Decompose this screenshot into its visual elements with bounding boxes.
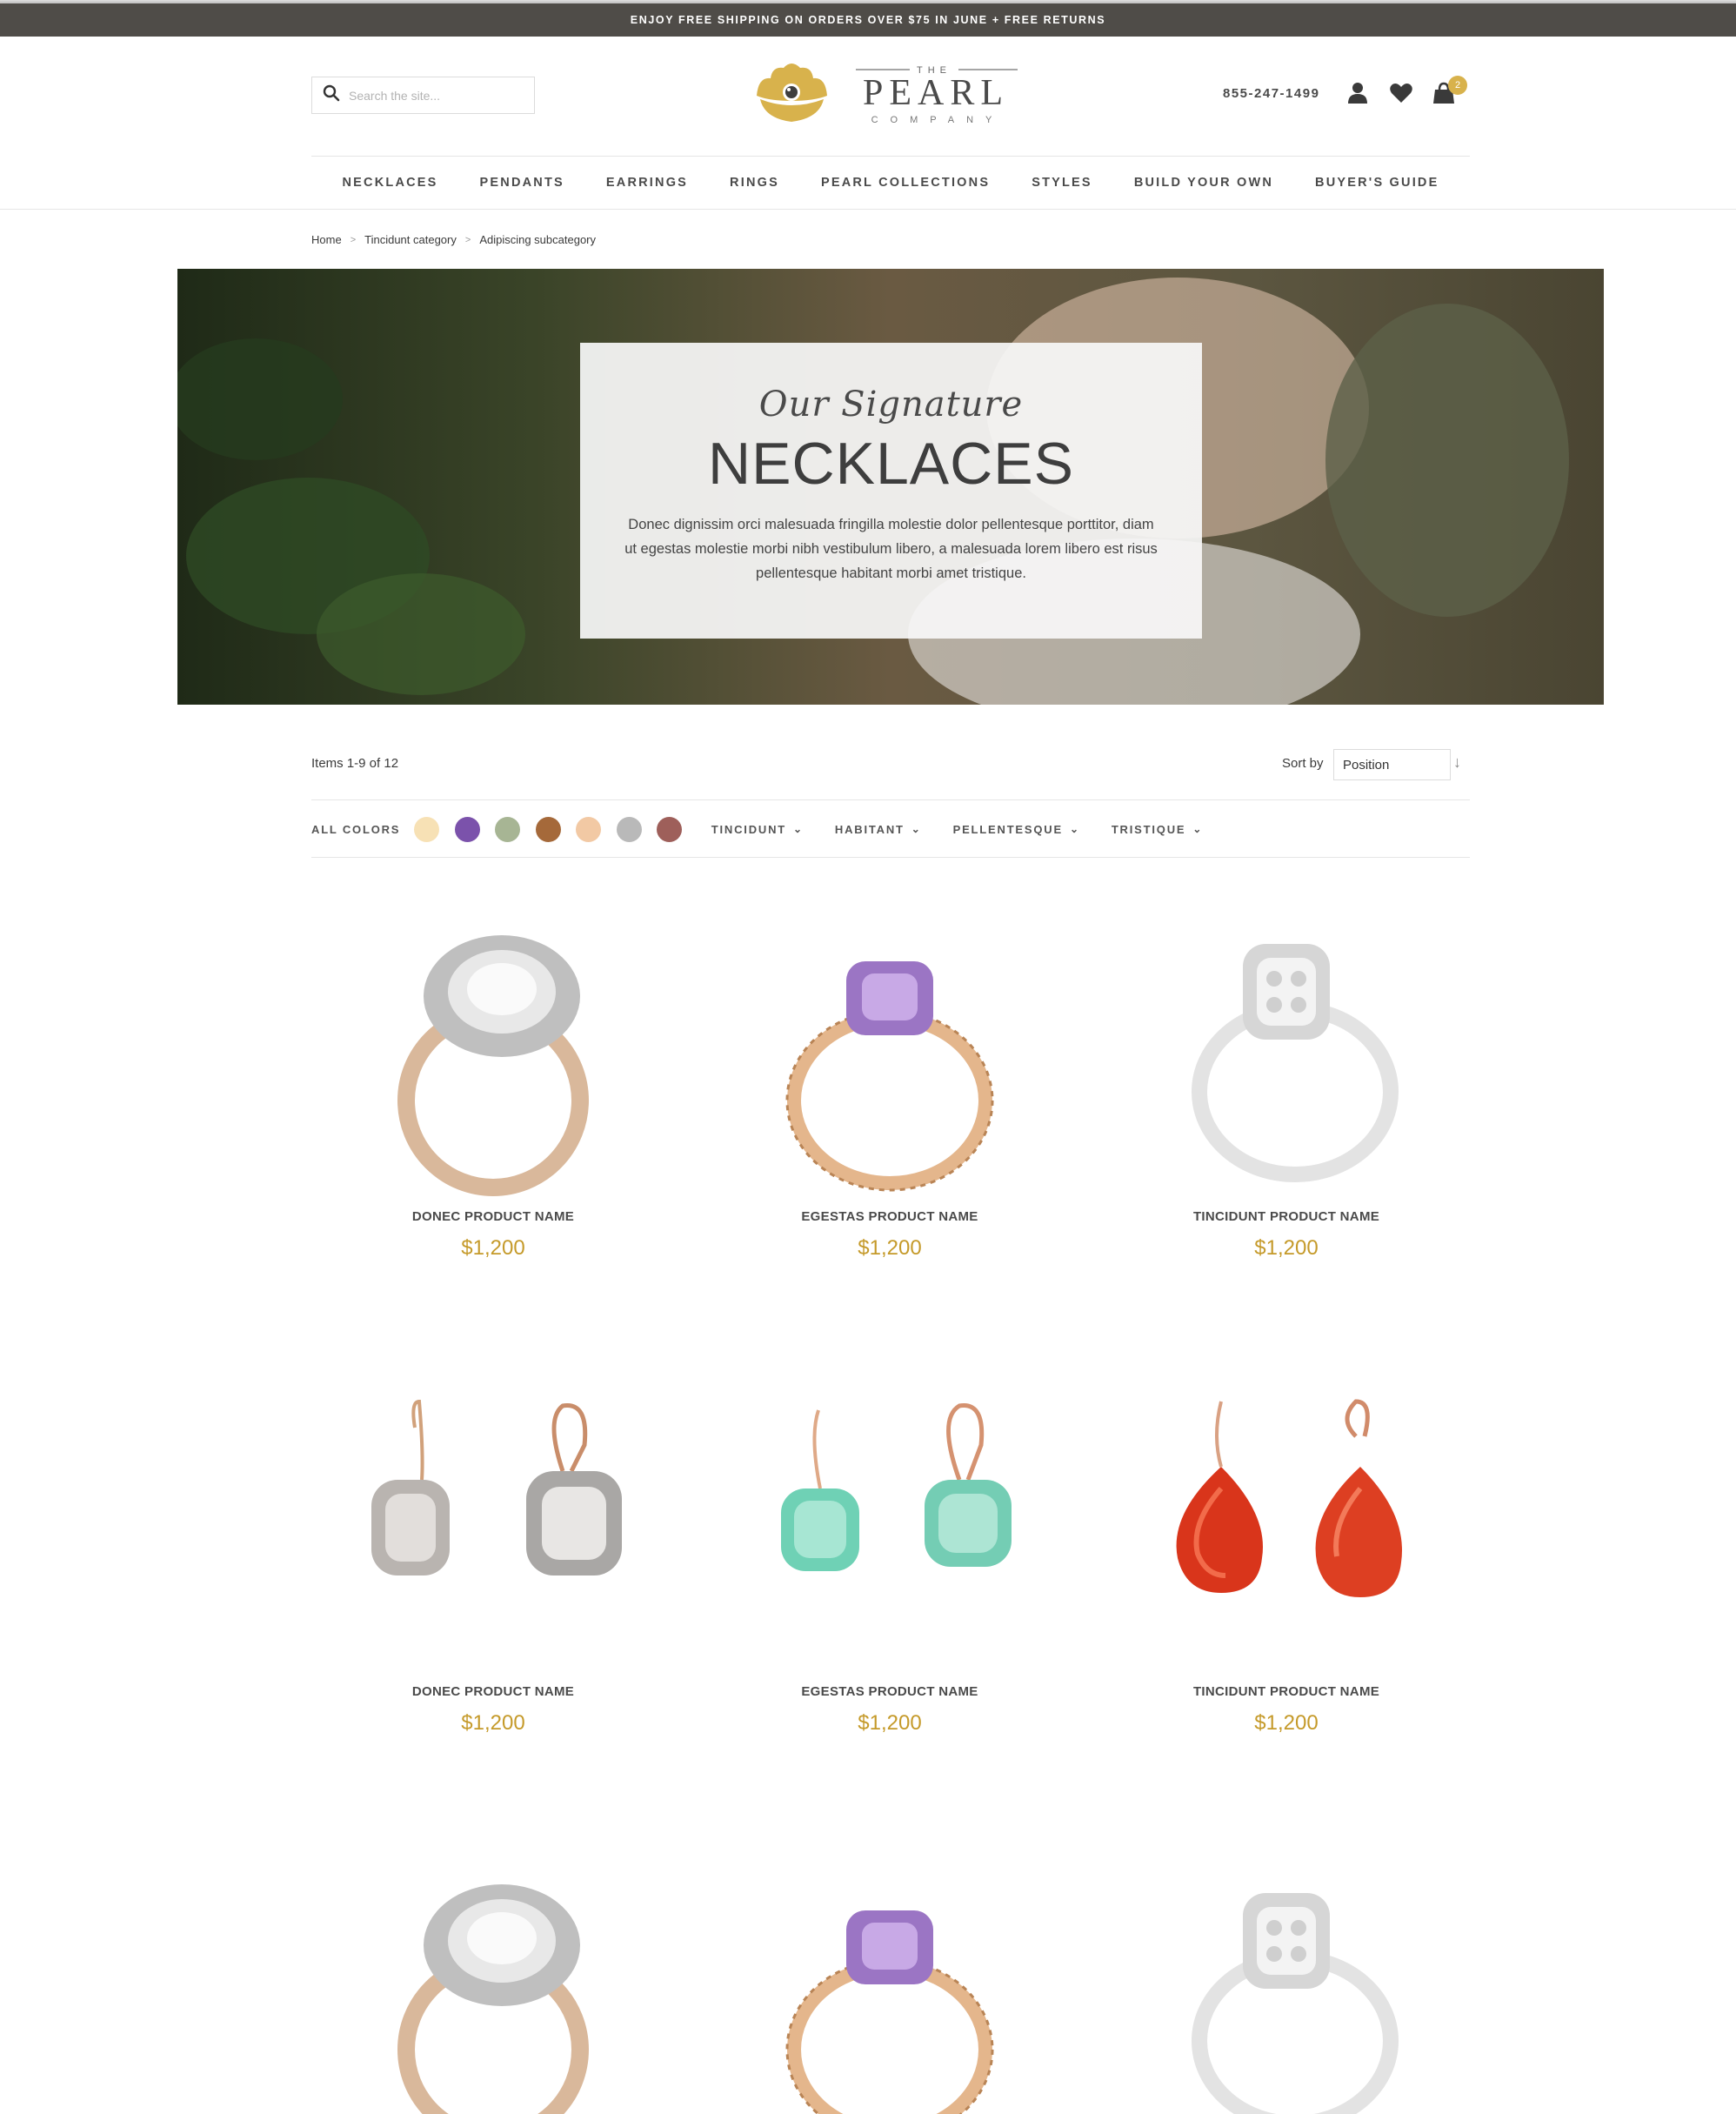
product-image-ring-amethyst[interactable] [707, 1858, 1072, 2114]
filter-dropdown-label: TRISTIQUE [1111, 822, 1186, 836]
search-box[interactable] [311, 77, 535, 114]
filter-divider-bottom [311, 857, 1470, 858]
cart-count-badge: 2 [1448, 76, 1467, 95]
logo[interactable]: THE PEARL COMPANY [753, 59, 1023, 129]
all-colors-filter[interactable]: ALL COLORS [311, 823, 400, 836]
color-swatch-rose[interactable] [657, 816, 683, 842]
product-card[interactable] [1104, 1858, 1469, 2114]
nav-divider-bottom [0, 209, 1736, 210]
color-swatch-gray[interactable] [616, 816, 642, 842]
filter-dropdown-label: HABITANT [834, 822, 905, 836]
items-count: Items 1-9 of 12 [311, 756, 399, 771]
color-swatch-purple[interactable] [454, 816, 480, 842]
color-swatch-brown[interactable] [535, 816, 561, 842]
product-name[interactable]: TINCIDUNT PRODUCT NAME [1104, 1209, 1469, 1224]
product-image-ring-white-stone[interactable] [310, 1858, 676, 2114]
product-card[interactable]: EGESTAS PRODUCT NAME $1,200 [707, 909, 1072, 1261]
product-card[interactable] [310, 1858, 676, 2114]
chevron-down-icon: ⌄ [1192, 823, 1204, 835]
nav-item-earrings[interactable]: EARRINGS [585, 176, 709, 190]
breadcrumb-subcategory: Adipiscing subcategory [479, 233, 597, 246]
filter-dropdown-tincidunt[interactable]: TINCIDUNT ⌄ [711, 823, 804, 836]
heart-icon[interactable] [1388, 80, 1414, 106]
filter-bar: ALL COLORS TINCIDUNT ⌄ HABITANT ⌄ PELLENTE… [311, 812, 1234, 846]
product-price: $1,200 [461, 1236, 525, 1260]
product-image-ring-diamond-pave[interactable] [1104, 1858, 1469, 2114]
product-image-ring-amethyst[interactable] [707, 909, 1072, 1205]
hero-title: NECKLACES [708, 431, 1074, 497]
product-name[interactable]: DONEC PRODUCT NAME [310, 1209, 676, 1224]
phone-number[interactable]: 855-247-1499 [1223, 86, 1319, 101]
nav-item-pearl-collections[interactable]: PEARL COLLECTIONS [800, 176, 1011, 190]
product-price: $1,200 [858, 1236, 922, 1260]
filter-dropdown-habitant[interactable]: HABITANT ⌄ [835, 823, 922, 836]
color-swatch-peach[interactable] [576, 816, 602, 842]
color-swatch-cream[interactable] [414, 816, 440, 842]
product-price: $1,200 [1254, 1236, 1319, 1260]
breadcrumb-category[interactable]: Tincidunt category [364, 233, 457, 246]
sort-label: Sort by [1282, 756, 1324, 771]
product-image-earrings-aquamarine[interactable] [707, 1384, 1072, 1680]
chevron-down-icon: ⌄ [1069, 823, 1080, 835]
hero-card: Our Signature NECKLACES Donec dignissim … [580, 343, 1202, 639]
search-icon[interactable] [323, 84, 340, 106]
shell-icon [757, 64, 827, 122]
nav-item-pendants[interactable]: PENDANTS [459, 176, 585, 190]
product-name[interactable]: EGESTAS PRODUCT NAME [707, 1209, 1072, 1224]
product-price: $1,200 [858, 1711, 922, 1735]
hero-description: Donec dignissim orci malesuada fringilla… [624, 517, 1158, 581]
filter-dropdown-label: PELLENTESQUE [952, 822, 1063, 836]
product-card[interactable]: EGESTAS PRODUCT NAME $1,200 [707, 1384, 1072, 1736]
promo-text: ENJOY FREE SHIPPING ON ORDERS OVER $75 I… [630, 14, 1106, 26]
account-icon[interactable] [1345, 80, 1371, 106]
breadcrumb-separator: > [350, 234, 357, 245]
breadcrumb-home[interactable]: Home [311, 233, 342, 246]
sort-direction-icon[interactable]: ↓ [1453, 753, 1461, 772]
product-image-earrings-smoky-quartz[interactable] [310, 1384, 676, 1680]
logo-company: COMPANY [871, 115, 1005, 125]
product-price: $1,200 [461, 1711, 525, 1735]
product-image-ring-diamond-pave[interactable] [1104, 909, 1469, 1205]
breadcrumb: Home > Tincidunt category > Adipiscing s… [311, 233, 596, 246]
filter-dropdown-tristique[interactable]: TRISTIQUE ⌄ [1112, 823, 1203, 836]
nav-item-build-your-own[interactable]: BUILD YOUR OWN [1113, 176, 1294, 190]
product-card[interactable] [707, 1858, 1072, 2114]
main-nav: NECKLACES PENDANTS EARRINGS RINGS PEARL … [311, 157, 1470, 209]
filter-dropdown-pellentesque[interactable]: PELLENTESQUE ⌄ [953, 823, 1080, 836]
hero-banner: Our Signature NECKLACES Donec dignissim … [177, 269, 1604, 705]
color-swatch-sage[interactable] [495, 816, 521, 842]
search-input[interactable] [349, 88, 523, 103]
product-image-earrings-carnelian[interactable] [1104, 1384, 1469, 1680]
sort-select[interactable]: Position [1333, 749, 1451, 780]
product-image-ring-white-stone[interactable] [310, 909, 676, 1205]
product-card[interactable]: DONEC PRODUCT NAME $1,200 [310, 909, 676, 1261]
chevron-down-icon: ⌄ [911, 823, 922, 835]
logo-name: PEARL [863, 73, 1009, 113]
nav-item-styles[interactable]: STYLES [1011, 176, 1113, 190]
product-price: $1,200 [1254, 1711, 1319, 1735]
product-card[interactable]: TINCIDUNT PRODUCT NAME $1,200 [1104, 1384, 1469, 1736]
chevron-down-icon: ⌄ [793, 823, 804, 835]
nav-item-rings[interactable]: RINGS [709, 176, 800, 190]
filter-dropdown-label: TINCIDUNT [711, 822, 787, 836]
product-name[interactable]: TINCIDUNT PRODUCT NAME [1104, 1684, 1469, 1699]
hero-script-title: Our Signature [758, 385, 1024, 425]
product-name[interactable]: DONEC PRODUCT NAME [310, 1684, 676, 1699]
product-card[interactable]: DONEC PRODUCT NAME $1,200 [310, 1384, 676, 1736]
nav-item-necklaces[interactable]: NECKLACES [322, 176, 459, 190]
nav-item-buyers-guide[interactable]: BUYER'S GUIDE [1294, 176, 1459, 190]
breadcrumb-separator: > [464, 234, 471, 245]
filter-divider-top [311, 799, 1470, 800]
product-name[interactable]: EGESTAS PRODUCT NAME [707, 1684, 1072, 1699]
promo-bar: ENJOY FREE SHIPPING ON ORDERS OVER $75 I… [0, 3, 1736, 37]
product-card[interactable]: TINCIDUNT PRODUCT NAME $1,200 [1104, 909, 1469, 1261]
